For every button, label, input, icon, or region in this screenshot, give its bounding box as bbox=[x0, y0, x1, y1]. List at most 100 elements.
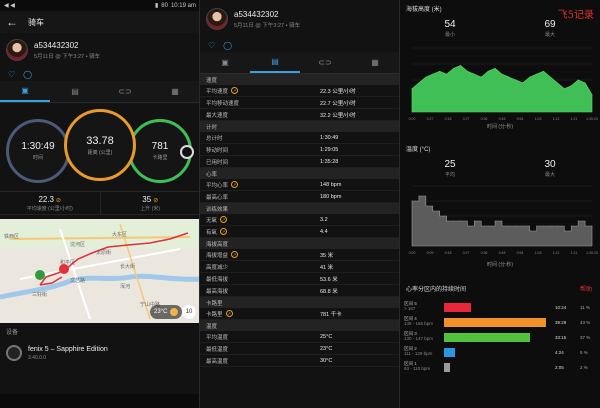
ascent-label: 上升 (米) bbox=[140, 205, 161, 212]
x-tick-label: 0:27 bbox=[463, 117, 470, 121]
stats-row-value: 1:35:28 bbox=[320, 158, 339, 165]
avatar[interactable] bbox=[206, 8, 228, 30]
username[interactable]: a534432302 bbox=[234, 10, 300, 19]
avg-speed-stat: 22.3 ⊘ 平均速度 (公里/小时) bbox=[0, 192, 100, 214]
ring-pager-dot[interactable] bbox=[180, 145, 194, 159]
tab-charts[interactable]: ▦ bbox=[350, 52, 400, 73]
stats-row-label: 无氧 bbox=[206, 217, 218, 224]
device-version: 3.40.0.0 bbox=[28, 354, 47, 361]
data-point bbox=[473, 220, 475, 222]
stats-row: 平均温度 25°C bbox=[200, 331, 400, 343]
data-point bbox=[487, 70, 489, 72]
battery-level: 80 bbox=[161, 2, 168, 9]
activity-tabs: ▣ ▤ ⊂⊃ ▦ bbox=[200, 52, 400, 74]
help-link[interactable]: 帮助 bbox=[580, 284, 592, 293]
tab-stats[interactable]: ▤ bbox=[50, 81, 100, 102]
x-tick-label: 0:54 bbox=[517, 117, 524, 121]
stats-row-value: 35 米 bbox=[320, 252, 334, 259]
activity-stats-screen: a534432302 5月11日 @ 下午3:27 • 骑车 ♡ ◯ ▣ ▤ ⊂… bbox=[200, 0, 400, 408]
stats-row: 无氧 ↗ 3.2 bbox=[200, 214, 400, 226]
map-label: 太原街 bbox=[96, 250, 112, 256]
x-tick-label: 0:00 bbox=[409, 117, 416, 121]
stats-row-key: 无氧 ↗ bbox=[200, 216, 320, 224]
hr-zone-range: 130 - 147 bpm bbox=[404, 336, 434, 341]
data-point bbox=[432, 210, 434, 212]
temperature-chart[interactable]: 0:00 0:09 0:18 0:27 0:36 0:45 0:54 1:03 1:12 1:21… bbox=[400, 180, 600, 260]
stats-row-value: 1:29:05 bbox=[320, 146, 339, 153]
x-tick-label: 0:27 bbox=[463, 251, 470, 255]
data-point bbox=[446, 220, 448, 222]
map-label: 三好街 bbox=[32, 292, 48, 298]
map-zoom-button[interactable]: 10 bbox=[182, 305, 196, 319]
x-tick-label: 0:18 bbox=[445, 117, 452, 121]
stats-row: 平均心率 ↗ 148 bpm bbox=[200, 179, 400, 191]
stats-row: 最高温度 30°C bbox=[200, 355, 400, 367]
x-tick-label: 0:00 bbox=[409, 251, 416, 255]
stats-row-value: 30°C bbox=[320, 357, 333, 364]
x-tick-label: 1:21 bbox=[571, 251, 578, 255]
data-point bbox=[439, 215, 441, 217]
username[interactable]: a534432302 bbox=[34, 41, 100, 50]
route-map[interactable]: 铁西区 沈河区 大东区 太原街 和平区 文艺路 浑河 三好街 长大街 宁山中路 … bbox=[0, 219, 200, 323]
stats-row-label: 高度减少 bbox=[206, 264, 229, 271]
stats-row-label: 海拔增益 bbox=[206, 252, 229, 259]
tab-overview[interactable]: ▣ bbox=[200, 52, 250, 73]
stats-row-key: 总计时 bbox=[200, 134, 320, 142]
stats-icon: ▤ bbox=[271, 57, 279, 66]
device-row[interactable]: fenix 5 – Sapphire Edition 3.40.0.0 bbox=[0, 340, 200, 366]
stats-row-key: 移动时间 bbox=[200, 146, 320, 154]
hr-zone-bar bbox=[444, 332, 531, 342]
data-point bbox=[577, 220, 579, 222]
activity-subtitle: 5月11日 @ 下午3:27 • 骑车 bbox=[34, 53, 101, 60]
data-point bbox=[550, 76, 551, 78]
stats-row: 平均速度 ↗ 22.3 公里/小时 bbox=[200, 85, 400, 97]
map-label: 大东区 bbox=[112, 232, 128, 238]
comment-icon[interactable]: ◯ bbox=[23, 70, 32, 79]
activity-overview-screen: ◀ ◀ ▮ 80 10:19 am ← 骑车 a534432302 5月11日 … bbox=[0, 0, 200, 408]
stats-row-label: 最高心率 bbox=[206, 194, 229, 201]
hr-zone-percent: 11 % bbox=[580, 304, 590, 310]
like-icon[interactable]: ♡ bbox=[208, 41, 215, 50]
stats-table: 速度 平均速度 ↗ 22.3 公里/小时 平均移动速度 22.7 公里/小时 最大速度 32.… bbox=[200, 74, 400, 367]
ascent-stat: 35 ⊘ 上升 (米) bbox=[99, 192, 201, 214]
data-point bbox=[536, 73, 538, 75]
overview-icon: ▣ bbox=[21, 86, 29, 95]
calories-value: 781 bbox=[151, 141, 169, 152]
status-left: ◀ ◀ bbox=[4, 3, 15, 9]
avg-speed-label: 平均速度 (公里/小时) bbox=[26, 205, 73, 212]
elevation-chart[interactable]: 0:00 0:27 0:18 0:27 0:36 0:45 0:54 1:03 1:12 1:21… bbox=[400, 42, 600, 126]
stats-row-label: 平均心率 bbox=[206, 182, 229, 189]
distance-ring: 33.78 距离 (公里) bbox=[64, 109, 136, 181]
hr-zone-percent: 37 % bbox=[580, 334, 591, 340]
stats-row-value: 148 bpm bbox=[320, 181, 342, 188]
data-point bbox=[556, 225, 558, 227]
hr-zone-bar bbox=[444, 317, 546, 327]
stats-row: 海拔增益 ↗ 35 米 bbox=[200, 249, 400, 261]
comment-icon[interactable]: ◯ bbox=[223, 41, 232, 50]
data-point bbox=[466, 70, 468, 72]
stats-row-key: 最高海拔 bbox=[200, 287, 320, 295]
data-point bbox=[418, 82, 420, 84]
stats-row-value: 53.6 米 bbox=[320, 276, 338, 283]
stats-row-value: 25°C bbox=[320, 333, 333, 340]
stats-row-value: 1:30:49 bbox=[320, 134, 339, 141]
time-value: 1:30:49 bbox=[21, 141, 55, 152]
hr-zone-row: 区间 1 93 - 110 bpm 2:05 2 % bbox=[400, 360, 600, 374]
tab-charts[interactable]: ▦ bbox=[150, 81, 200, 102]
temperature-max-label: 最大 bbox=[544, 172, 555, 178]
tab-overview[interactable]: ▣ bbox=[0, 81, 50, 102]
weather-badge: 23°C bbox=[150, 305, 183, 319]
data-point bbox=[439, 70, 441, 72]
hr-zone-percent: 43 % bbox=[580, 319, 591, 325]
back-arrow-icon[interactable]: ← bbox=[6, 15, 18, 29]
tab-stats[interactable]: ▤ bbox=[250, 52, 300, 73]
tab-laps[interactable]: ⊂⊃ bbox=[300, 52, 350, 73]
data-point bbox=[453, 220, 454, 222]
avatar[interactable] bbox=[6, 39, 28, 61]
watch-icon bbox=[6, 345, 22, 361]
record-badge-icon: ↗ bbox=[231, 87, 239, 94]
hr-zone-range: 111 - 129 bpm bbox=[404, 351, 433, 356]
hr-zone-time: 39:28 bbox=[555, 319, 567, 325]
tab-laps[interactable]: ⊂⊃ bbox=[100, 81, 150, 102]
like-icon[interactable]: ♡ bbox=[8, 70, 15, 79]
